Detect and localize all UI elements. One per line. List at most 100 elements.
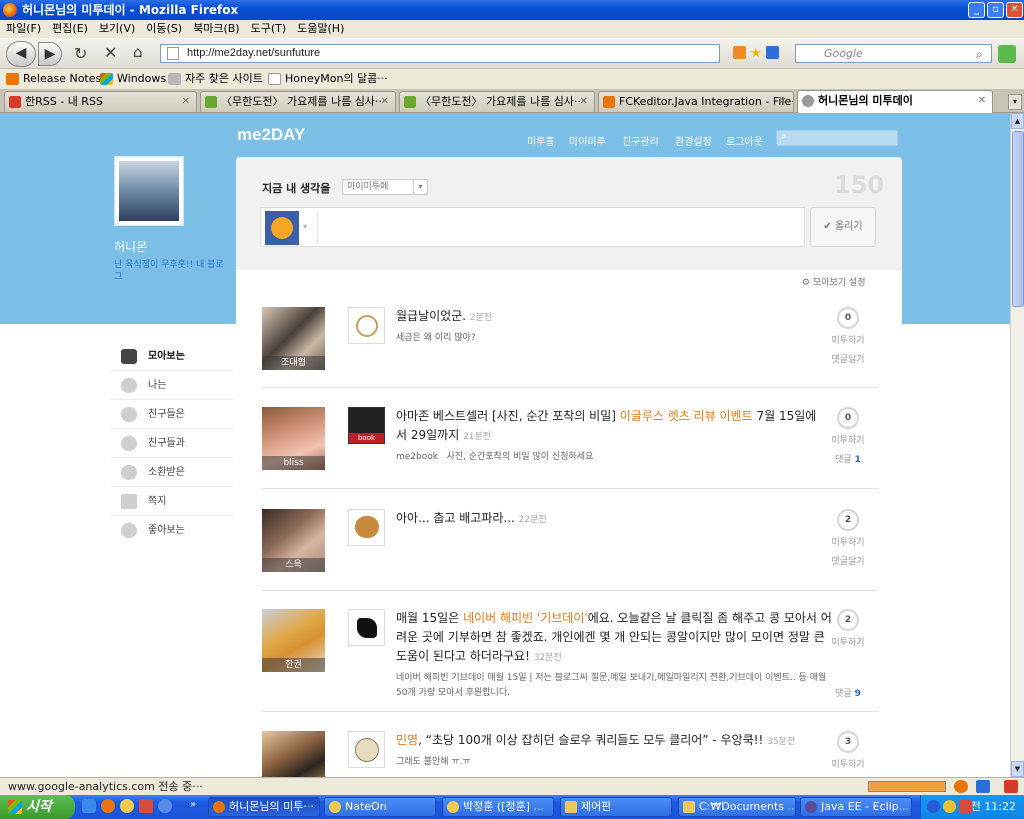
nav-settings[interactable]: 환경설정: [675, 133, 712, 148]
nav-metoo-home[interactable]: 미투홈: [527, 133, 555, 148]
bookmark-most-visited[interactable]: 자주 찾은 사이트: [168, 69, 263, 89]
metoo-button[interactable]: 미투하기: [818, 757, 878, 770]
post-button[interactable]: ✔ 올리기: [810, 207, 876, 247]
post-link[interactable]: 민영: [396, 733, 418, 747]
author-photo[interactable]: bliss: [262, 407, 325, 470]
post-time[interactable]: 35분전: [767, 737, 795, 747]
menu-file[interactable]: 파일(F): [0, 20, 46, 38]
metoo-count[interactable]: 0: [837, 407, 859, 429]
close-button[interactable]: ✕: [1006, 2, 1023, 18]
task-chat[interactable]: 박정훈 ([정훈] ...: [442, 797, 554, 817]
post-time[interactable]: 2분전: [470, 313, 492, 323]
menu-go[interactable]: 이동(S): [140, 20, 187, 38]
sidebar-item-summoned[interactable]: 소환받은: [110, 458, 234, 487]
maximize-button[interactable]: ▫: [987, 2, 1004, 18]
quicklaunch-mail-icon[interactable]: [139, 799, 153, 813]
firebug-icon[interactable]: [954, 780, 968, 793]
collect-settings-link[interactable]: ⚙ 모아보기 설정: [802, 275, 866, 288]
scope-select[interactable]: 마이미투에 ▾: [342, 179, 428, 195]
task-eclipse[interactable]: Java EE - Eclip...: [800, 797, 912, 817]
nav-my-metoo[interactable]: 마이미투: [569, 133, 606, 148]
tab-close-icon[interactable]: ✕: [978, 91, 986, 110]
tab-close-icon[interactable]: ✕: [182, 92, 190, 111]
metoo-button[interactable]: 미투하기: [818, 635, 878, 648]
profile-description[interactable]: 난 육식쟁이 우후훗!! 내 블로그: [114, 259, 226, 283]
task-firefox[interactable]: 허니몬님의 미투···: [208, 797, 320, 817]
task-control-panel[interactable]: 제어판: [560, 797, 672, 817]
quicklaunch-browser-icon[interactable]: [158, 799, 172, 813]
rss-status-icon[interactable]: [1004, 780, 1018, 793]
bookmark-honeymon[interactable]: HoneyMon의 달콤···: [268, 69, 388, 89]
quicklaunch-messenger-icon[interactable]: [120, 799, 134, 813]
me2day-logo[interactable]: me2DAY: [237, 125, 305, 145]
post-time[interactable]: 21분전: [463, 432, 491, 442]
sidebar-item-message[interactable]: 쪽지: [110, 487, 234, 516]
nav-friend-manage[interactable]: 친구관리: [622, 133, 659, 148]
post-link[interactable]: 이글루스 렛츠 리뷰 이벤트: [620, 409, 753, 423]
bookmark-release-notes[interactable]: Release Notes: [6, 69, 101, 89]
quicklaunch-firefox-icon[interactable]: [101, 799, 115, 813]
reload-icon[interactable]: ↻: [74, 44, 87, 63]
tab-muhan-1[interactable]: 〈무한도전〉 가요제를 나름 심사··· ✕: [200, 91, 396, 112]
emoticon-dropdown-icon[interactable]: ▾: [303, 222, 307, 231]
addon-status-icon[interactable]: [976, 780, 990, 793]
menu-edit[interactable]: 편집(E): [46, 20, 93, 38]
search-magnifier-icon[interactable]: ⌕: [976, 47, 983, 62]
nav-logout[interactable]: 로그아웃: [726, 133, 763, 148]
home-icon[interactable]: ⌂: [133, 43, 143, 61]
menu-view[interactable]: 보기(V): [93, 20, 140, 38]
tab-list-button[interactable]: ▾: [1008, 94, 1022, 110]
tab-close-icon[interactable]: ✕: [381, 92, 389, 111]
compose-input[interactable]: ▾: [260, 207, 805, 247]
profile-avatar[interactable]: [114, 156, 184, 226]
quicklaunch-ie-icon[interactable]: [82, 799, 96, 813]
tab-fckeditor[interactable]: FCKeditor.Java Integration - File··· ✕: [598, 91, 794, 112]
tab-muhan-2[interactable]: 〈무한도전〉 가요제를 나름 심사··· ✕: [399, 91, 595, 112]
star-icon[interactable]: ★: [750, 44, 762, 61]
author-photo[interactable]: [262, 731, 325, 777]
tab-rss[interactable]: 한RSS - 내 RSS ✕: [4, 91, 197, 112]
scroll-down-arrow-icon[interactable]: ▼: [1011, 761, 1024, 777]
menu-bookmarks[interactable]: 북마크(B): [187, 20, 245, 38]
post-time[interactable]: 32분전: [534, 653, 562, 663]
info-icon[interactable]: [766, 46, 779, 59]
bookmark-windows[interactable]: Windows: [100, 69, 166, 89]
sidebar-item-liked[interactable]: 좋아보는: [110, 516, 234, 545]
task-documents[interactable]: C:₩Documents ...: [678, 797, 796, 817]
profile-name[interactable]: 허니몬: [114, 238, 147, 255]
tab-close-icon[interactable]: ✕: [779, 92, 787, 111]
forward-button[interactable]: ▶: [38, 42, 62, 66]
tray-network-icon[interactable]: [927, 800, 940, 813]
metoo-button[interactable]: 미투하기: [818, 433, 878, 446]
sidebar-item-collected[interactable]: 모아보는: [110, 342, 234, 371]
post-link[interactable]: 네이버 해피빈 '기브데이': [463, 611, 588, 625]
quicklaunch-more-icon[interactable]: »: [190, 799, 196, 810]
addon-icon[interactable]: [998, 45, 1016, 63]
metoo-count[interactable]: 0: [837, 307, 859, 329]
sidebar-item-with-friends[interactable]: 친구들과: [110, 429, 234, 458]
sidebar-item-me[interactable]: 나는: [110, 371, 234, 400]
post-source[interactable]: me2book: [396, 452, 438, 462]
site-search-input[interactable]: ⌕: [776, 130, 898, 146]
author-photo[interactable]: 한권: [262, 609, 325, 672]
task-nateon[interactable]: NateOn: [324, 797, 436, 817]
comment-link[interactable]: 댓글달기: [818, 554, 878, 567]
minimize-button[interactable]: _: [968, 2, 985, 18]
stop-icon[interactable]: ✕: [104, 43, 117, 62]
comment-link[interactable]: 댓글달기: [818, 352, 878, 365]
metoo-button[interactable]: 미투하기: [818, 333, 878, 346]
author-photo[interactable]: 조대협: [262, 307, 325, 370]
menu-help[interactable]: 도움말(H): [291, 20, 349, 38]
post-time[interactable]: 22분전: [519, 515, 547, 525]
author-photo[interactable]: 스윽: [262, 509, 325, 572]
metoo-button[interactable]: 미투하기: [818, 535, 878, 548]
metoo-count[interactable]: 3: [837, 731, 859, 753]
tab-me2day[interactable]: 허니몬님의 미투데이 ✕: [797, 90, 993, 113]
tray-messenger-icon[interactable]: [943, 800, 956, 813]
search-input[interactable]: Google: [795, 44, 992, 63]
menu-tools[interactable]: 도구(T): [245, 20, 292, 38]
comment-link[interactable]: 댓글 9: [818, 686, 878, 699]
sidebar-item-friends[interactable]: 친구들은: [110, 400, 234, 429]
tray-app-icon[interactable]: [959, 800, 972, 813]
back-button[interactable]: ◀: [6, 41, 36, 67]
